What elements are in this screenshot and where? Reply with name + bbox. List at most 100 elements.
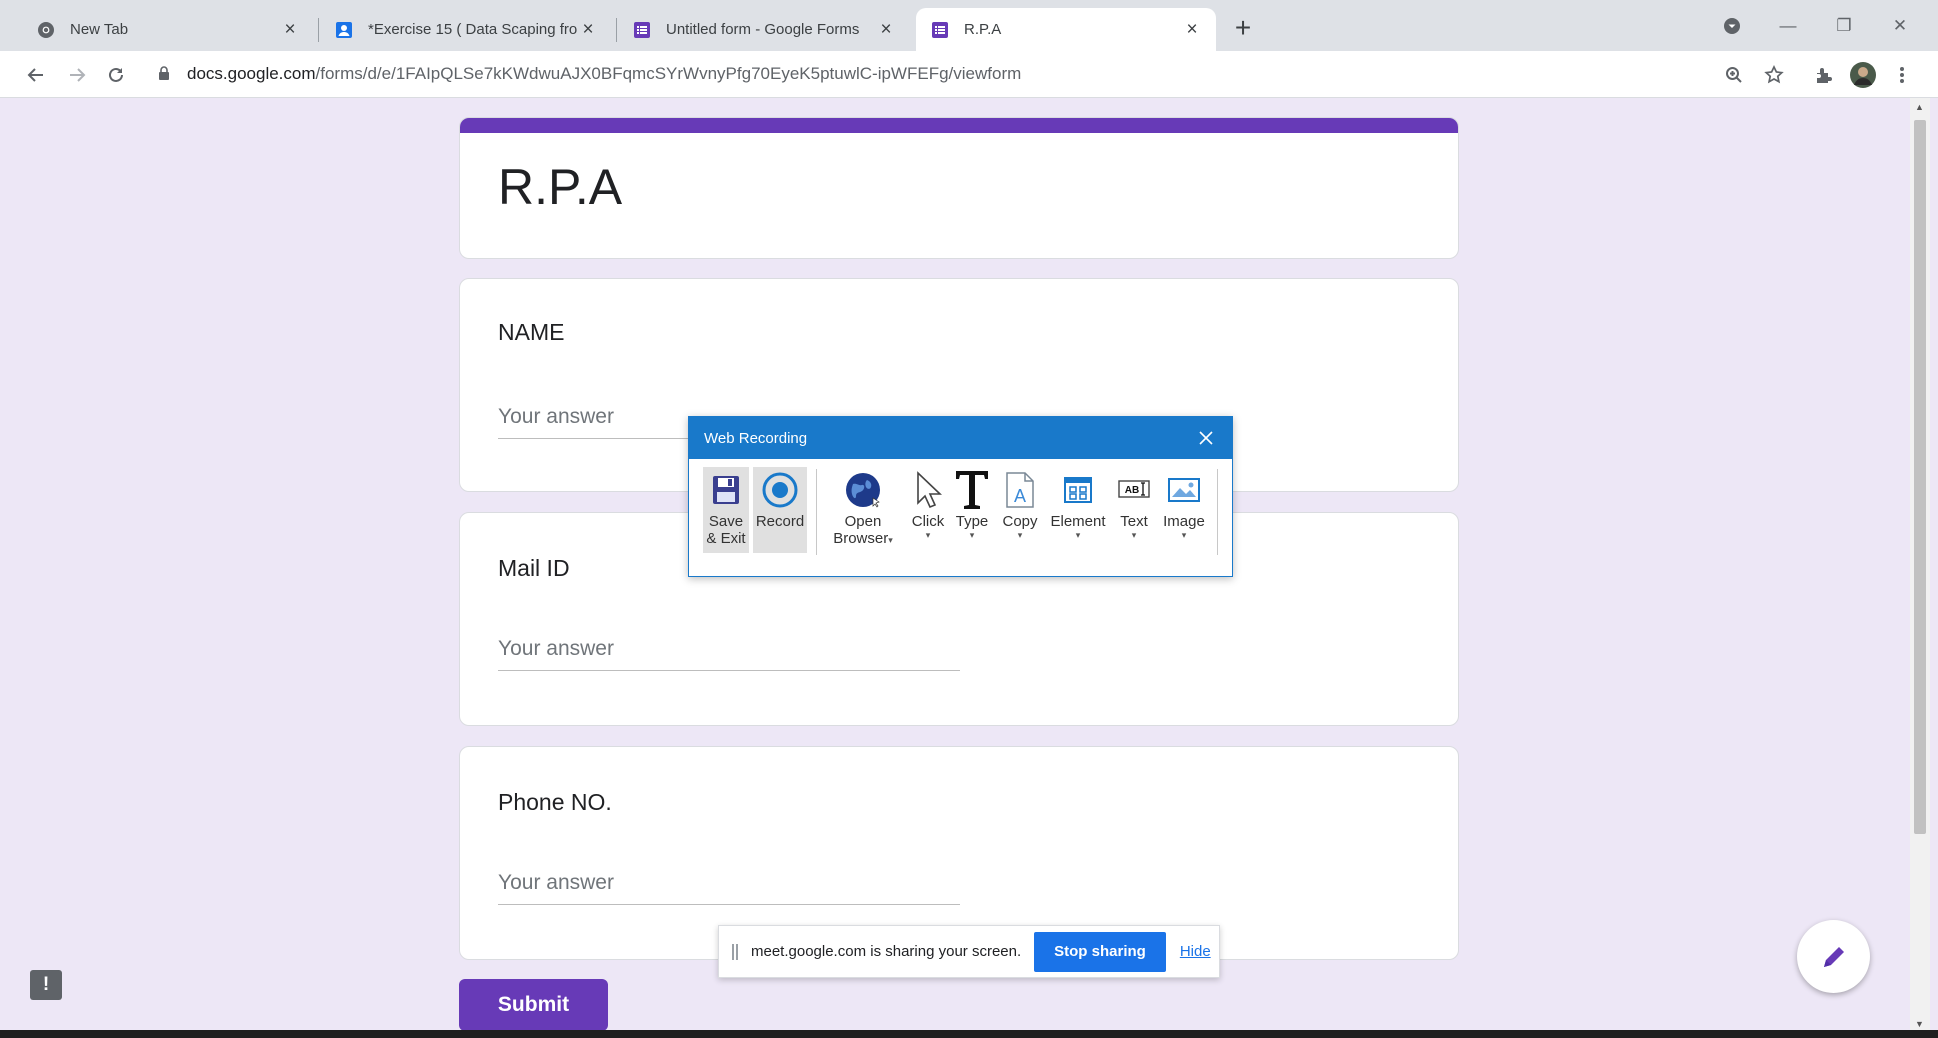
close-tab-icon[interactable]: × xyxy=(280,19,300,40)
copy-icon: A xyxy=(1004,467,1036,513)
tool-label: Save xyxy=(708,513,744,530)
element-tool-button[interactable]: Element ▾ xyxy=(1047,467,1109,540)
tab-bar: New Tab × *Exercise 15 ( Data Scaping fr… xyxy=(0,0,1938,51)
tab-new-tab[interactable]: New Tab × xyxy=(22,8,314,51)
close-icon[interactable] xyxy=(1194,426,1218,450)
tool-label: Element xyxy=(1050,513,1106,530)
type-tool-button[interactable]: Type ▾ xyxy=(951,467,993,540)
browser-toolbar: docs.google.com/forms/d/e/1FAIpQLSe7kKWd… xyxy=(0,51,1938,98)
tab-divider xyxy=(318,18,319,42)
web-recording-dialog: Web Recording Save & Exit Record Open Br… xyxy=(688,416,1233,577)
phone-answer-input[interactable]: Your answer xyxy=(498,867,960,905)
chevron-down-icon: ▾ xyxy=(1017,530,1023,540)
new-tab-button[interactable]: + xyxy=(1228,14,1258,44)
pencil-icon xyxy=(1823,946,1844,967)
edit-fab-button[interactable] xyxy=(1797,920,1870,993)
tab-untitled-form[interactable]: Untitled form - Google Forms × xyxy=(618,8,910,51)
dialog-title: Web Recording xyxy=(704,429,808,447)
forward-icon[interactable] xyxy=(61,59,93,91)
url-host: docs.google.com xyxy=(187,64,316,83)
scroll-thumb[interactable] xyxy=(1914,120,1926,834)
avatar[interactable] xyxy=(1847,59,1879,91)
tool-label: Copy xyxy=(1002,513,1038,530)
element-icon xyxy=(1063,467,1093,513)
forms-icon xyxy=(930,20,950,40)
feedback-icon[interactable]: ! xyxy=(30,970,62,1000)
hide-banner-link[interactable]: Hide xyxy=(1180,943,1211,960)
tool-label: Open xyxy=(844,513,882,530)
form-accent-bar xyxy=(460,118,1458,133)
tab-label: New Tab xyxy=(70,21,129,38)
address-bar[interactable]: docs.google.com/forms/d/e/1FAIpQLSe7kKWd… xyxy=(187,64,1021,84)
screen-share-banner: meet.google.com is sharing your screen. … xyxy=(718,925,1220,978)
open-browser-button[interactable]: Open Browser▾ xyxy=(827,467,899,547)
page-scrollbar[interactable]: ▲ ▼ xyxy=(1910,98,1930,1032)
click-tool-button[interactable]: Click ▾ xyxy=(907,467,949,540)
tab-search-button[interactable] xyxy=(1712,12,1752,40)
chevron-down-icon: ▾ xyxy=(969,530,975,540)
record-button[interactable]: Record xyxy=(753,467,807,553)
dialog-header: Web Recording xyxy=(689,417,1232,459)
chevron-down-icon: ▾ xyxy=(1181,530,1187,540)
close-tab-icon[interactable]: × xyxy=(1182,19,1202,40)
question-label: Mail ID xyxy=(498,555,570,581)
menu-kebab-icon[interactable] xyxy=(1886,59,1918,91)
svg-text:AB: AB xyxy=(1125,485,1139,496)
text-icon: AB xyxy=(1118,467,1150,513)
contacts-icon xyxy=(334,20,354,40)
tool-label: Click xyxy=(911,513,945,530)
taskbar-edge xyxy=(0,1030,1938,1038)
scroll-down-icon[interactable]: ▼ xyxy=(1915,1019,1924,1029)
type-icon xyxy=(954,467,990,513)
tool-label-line2: Browser▾ xyxy=(833,530,893,547)
copy-tool-button[interactable]: A Copy ▾ xyxy=(999,467,1041,540)
open-browser-icon xyxy=(843,467,883,513)
text-tool-button[interactable]: AB Text ▾ xyxy=(1113,467,1155,540)
bookmark-star-icon[interactable] xyxy=(1758,59,1790,91)
tool-label: Image xyxy=(1163,513,1205,530)
form-title-card: R.P.A xyxy=(459,117,1459,259)
tab-divider xyxy=(616,18,617,42)
chevron-down-icon: ▾ xyxy=(925,530,931,540)
lock-icon[interactable] xyxy=(158,66,170,86)
tab-label: R.P.A xyxy=(964,21,1002,38)
tab-label: Untitled form - Google Forms xyxy=(666,21,860,38)
forms-icon xyxy=(632,20,652,40)
mail-answer-input[interactable]: Your answer xyxy=(498,633,960,671)
save-exit-button[interactable]: Save & Exit xyxy=(703,467,749,553)
close-tab-icon[interactable]: × xyxy=(876,19,896,40)
chevron-down-icon: ▾ xyxy=(1075,530,1081,540)
reload-icon[interactable] xyxy=(100,59,132,91)
tool-label: Record xyxy=(755,513,805,530)
tab-label: *Exercise 15 ( Data Scaping from xyxy=(368,21,578,38)
tab-rpa[interactable]: R.P.A × xyxy=(916,8,1216,51)
record-icon xyxy=(761,467,799,513)
toolbar-divider xyxy=(1217,469,1218,555)
chevron-down-icon: ▾ xyxy=(1131,530,1137,540)
back-icon[interactable] xyxy=(20,59,52,91)
tab-exercise-15[interactable]: *Exercise 15 ( Data Scaping from × xyxy=(320,8,612,51)
stop-sharing-button[interactable]: Stop sharing xyxy=(1034,931,1166,972)
tool-label: Text xyxy=(1120,513,1148,530)
scroll-up-icon[interactable]: ▲ xyxy=(1915,102,1924,112)
image-tool-button[interactable]: Image ▾ xyxy=(1159,467,1209,540)
save-icon xyxy=(711,467,741,513)
form-title: R.P.A xyxy=(498,159,623,215)
minimize-icon[interactable]: — xyxy=(1768,12,1808,40)
close-window-icon[interactable]: ✕ xyxy=(1880,12,1920,40)
image-icon xyxy=(1168,467,1200,513)
restore-icon[interactable]: ❐ xyxy=(1824,12,1864,40)
share-message: meet.google.com is sharing your screen. xyxy=(751,943,1022,960)
question-label: NAME xyxy=(498,319,565,345)
svg-text:A: A xyxy=(1014,486,1026,506)
submit-button[interactable]: Submit xyxy=(459,979,608,1031)
chrome-icon xyxy=(36,20,56,40)
click-icon xyxy=(913,467,943,513)
tool-label: Type xyxy=(955,513,989,530)
extensions-icon[interactable] xyxy=(1808,59,1840,91)
drag-handle-icon[interactable] xyxy=(732,943,738,960)
zoom-icon[interactable] xyxy=(1718,59,1750,91)
close-tab-icon[interactable]: × xyxy=(578,19,598,40)
toolbar-divider xyxy=(816,469,817,555)
tool-label-line2: & Exit xyxy=(706,530,746,547)
